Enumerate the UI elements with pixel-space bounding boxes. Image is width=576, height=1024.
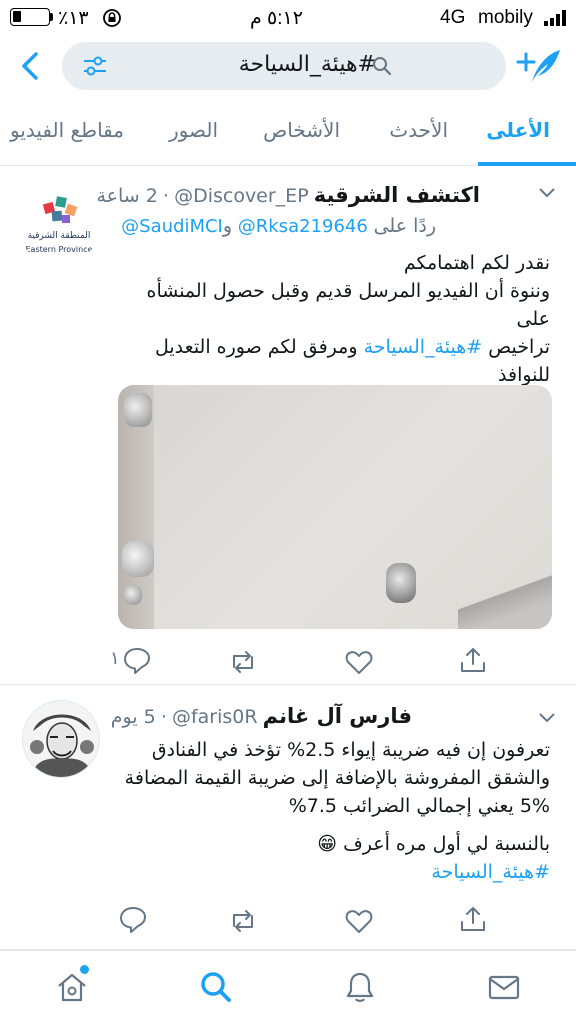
image-fixture [124,393,152,427]
signal-icon [544,10,566,26]
tweet-text-line: تراخيص #هيئة_السياحة ومرفق لكم صوره التع… [155,336,550,358]
display-name[interactable]: اكتشف الشرقية [314,183,480,207]
active-tab-indicator [478,162,576,166]
tweet-text-line: بالنسبة لي أول مره أعرف 😁 [317,833,550,855]
share-icon[interactable] [458,645,488,675]
tab-latest[interactable]: الأحدث [389,118,448,142]
search-icon [373,57,392,76]
back-chevron-icon[interactable] [16,48,46,84]
retweet-icon[interactable] [228,647,258,677]
messages-envelope-icon[interactable] [486,969,522,1005]
avatar[interactable] [22,700,100,778]
image-fixture [386,563,416,603]
battery-nub [50,13,53,21]
tweet-card[interactable]: المنطقة الشرقية Eastern Province اكتشف ا… [0,167,576,685]
compose-tweet-icon[interactable] [514,42,564,88]
tweet-text-line: وننوة أن الفيديو المرسل قديم وقبل حصول ا… [146,280,551,330]
tweet-text-line: تعرفون إن فيه ضريبة إيواء 2.5% تؤخذ في ا… [151,739,550,761]
filter-icon[interactable] [82,54,108,78]
tab-people[interactable]: الأشخاص [263,118,340,142]
reply-count: ١ [110,648,120,669]
sketch-portrait-icon [23,701,99,777]
image-fixture [122,541,154,577]
reply-icon[interactable] [118,904,148,934]
chevron-down-icon[interactable] [538,712,556,724]
reply-mention[interactable]: @SaudiMCI [121,216,223,237]
reply-context: ردًا على @Rksa219646 و@SaudiMCI [121,215,436,237]
grin-emoji: 😁 [317,833,338,855]
tab-photos[interactable]: الصور [169,118,218,142]
image-shadow [458,573,552,629]
tweet-text: نقدر لكم اهتمامكم وننوة أن الفيديو المرس… [110,249,551,389]
tweet-media-image[interactable] [118,385,552,629]
tab-top[interactable]: الأعلى [486,118,550,142]
retweet-icon[interactable] [228,906,258,936]
bottom-navigation [0,950,576,1024]
search-input[interactable]: #هيئة_السياحة [62,42,506,90]
share-icon[interactable] [458,904,488,934]
notification-dot [80,965,89,974]
avatar-caption-ar: المنطقة الشرقية [27,231,91,241]
tweet-text-line: 5% يعني إجمالي الضرائب 7.5% [288,795,550,817]
reply-and: و [222,215,233,237]
reply-icon[interactable] [122,645,152,675]
notifications-bell-icon[interactable] [342,969,378,1005]
tweet-header: اكتشف الشرقية @Discover_EP · 2 ساعة [96,183,480,207]
image-fixture [124,585,142,605]
hashtag-link[interactable]: #هيئة_السياحة [90,858,550,886]
avatar-caption-en: Eastern Province [25,245,93,254]
handle[interactable]: @Discover_EP [174,185,309,207]
like-icon[interactable] [344,906,374,936]
reply-mention[interactable]: @Rksa219646 [238,216,368,237]
network-type: 4G [440,7,466,28]
tweet-time: 5 يوم [110,706,156,728]
chevron-down-icon[interactable] [538,187,556,199]
logo-icon [42,196,78,223]
tweet-card[interactable]: فارس آل غانم @faris0R · 5 يوم تعرفون إن … [0,686,576,950]
tweet-text-line: نقدر لكم اهتمامكم [403,252,550,274]
home-icon[interactable] [54,969,90,1005]
search-tabs: الأعلى الأحدث الأشخاص الصور مقاطع الفيدي… [0,104,576,166]
search-icon[interactable] [198,969,234,1005]
tweet-header: فارس آل غانم @faris0R · 5 يوم [110,704,412,728]
reply-prefix: ردًا على [373,215,436,237]
tweet-time: 2 ساعة [96,185,158,207]
tab-videos[interactable]: مقاطع الفيديو [10,118,124,142]
tweet-text: تعرفون إن فيه ضريبة إيواء 2.5% تؤخذ في ا… [90,736,550,886]
status-time: ٥:١٢ م [250,8,303,29]
battery-percent: ٪١٣ [58,8,89,29]
display-name[interactable]: فارس آل غانم [263,704,412,728]
carrier-name: mobily [478,7,533,28]
hashtag-link[interactable]: #هيئة_السياحة [364,336,483,358]
rotation-lock-icon [103,9,121,27]
search-query: #هيئة_السياحة [238,52,376,77]
handle[interactable]: @faris0R [172,706,258,728]
avatar[interactable]: المنطقة الشرقية Eastern Province [20,189,98,267]
battery-icon [10,8,50,26]
status-bar: ٪١٣ ٥:١٢ م 4G mobily [0,0,576,36]
tweet-text-line: والشقق المفروشة بالإضافة إلى ضريبة القيم… [124,767,550,789]
like-icon[interactable] [344,647,374,677]
